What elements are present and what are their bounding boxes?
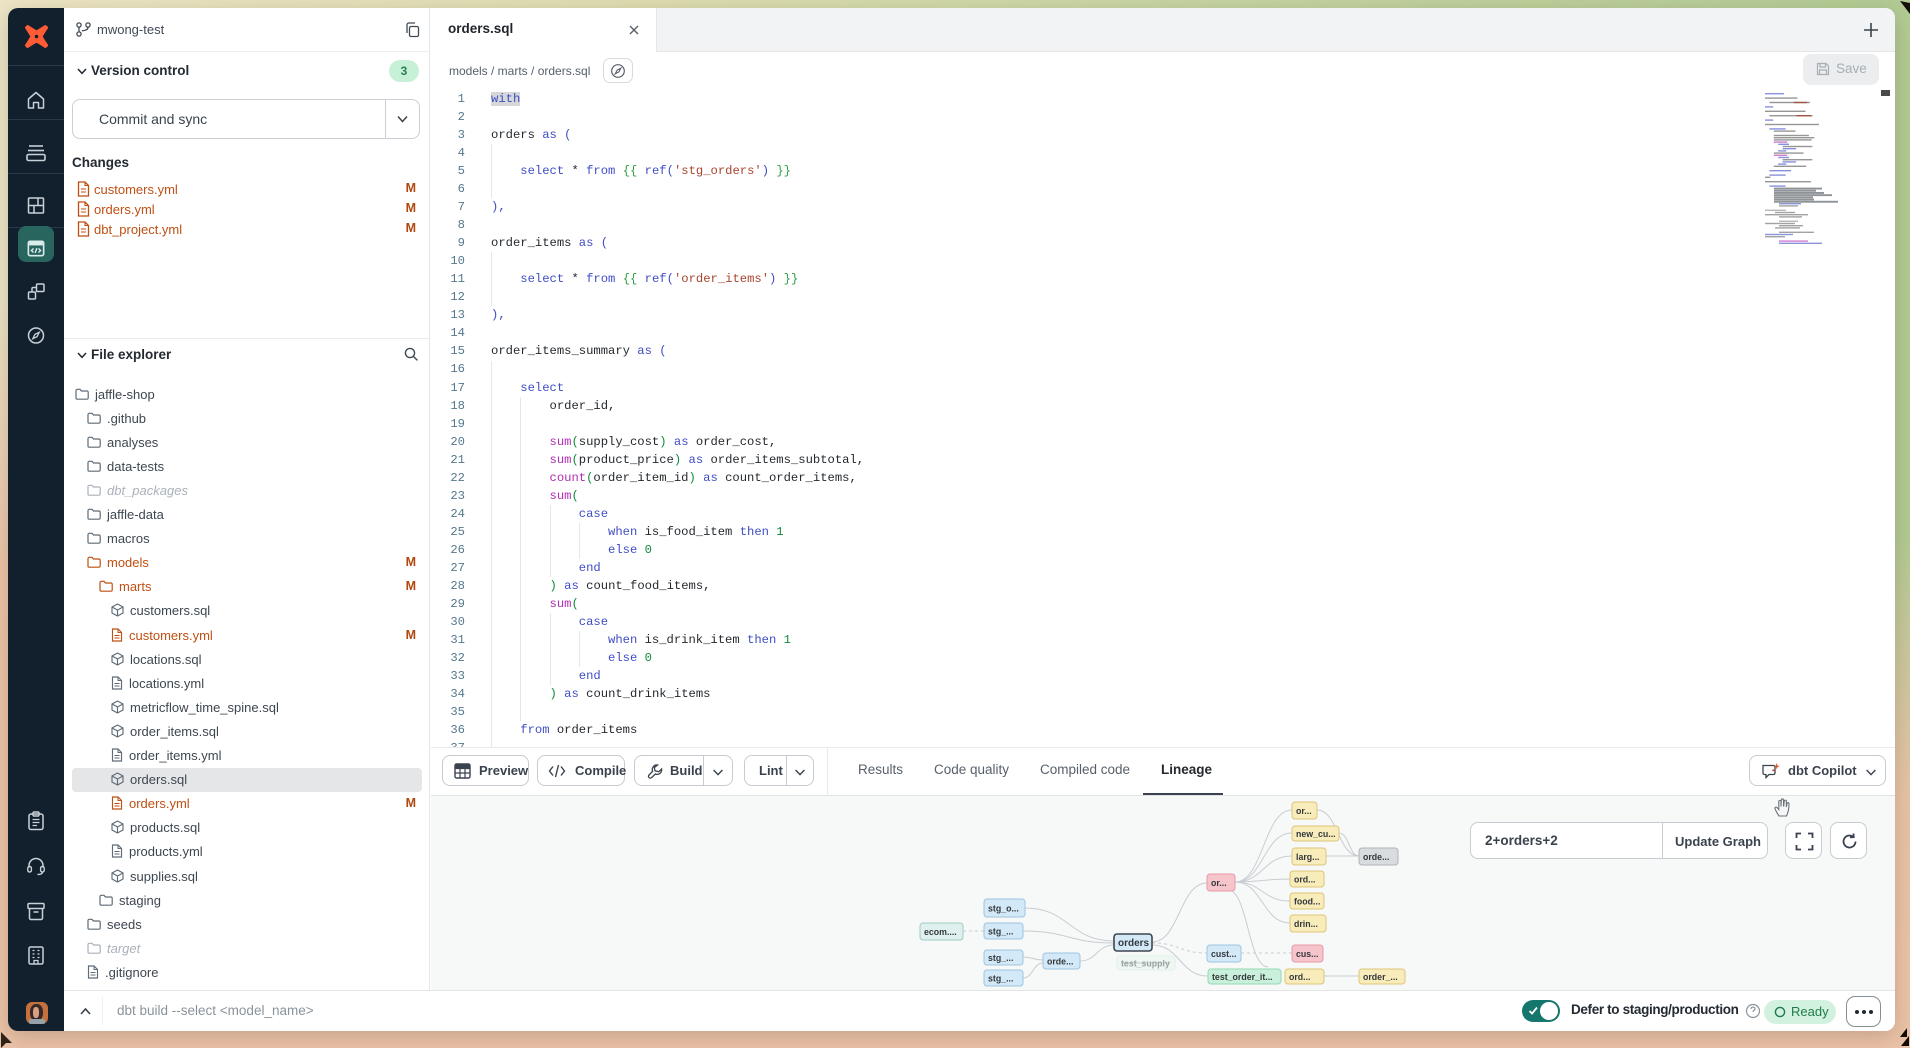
svg-text:stg_...: stg_... [988, 927, 1013, 937]
svg-text:test_order_it...: test_order_it... [1212, 972, 1273, 982]
svg-text:ecom....: ecom.... [924, 927, 957, 937]
svg-text:orders: orders [1118, 938, 1150, 949]
svg-text:orde...: orde... [1363, 852, 1389, 862]
svg-text:food...: food... [1294, 897, 1320, 907]
svg-text:ord...: ord... [1289, 972, 1311, 982]
svg-text:stg_...: stg_... [988, 953, 1013, 963]
svg-text:or...: or... [1211, 878, 1227, 888]
svg-text:orde...: orde... [1047, 957, 1073, 967]
svg-text:drin...: drin... [1294, 919, 1318, 929]
svg-text:cus...: cus... [1296, 949, 1319, 959]
svg-text:cust...: cust... [1211, 949, 1236, 959]
svg-text:larg...: larg... [1296, 852, 1319, 862]
svg-text:stg_...: stg_... [988, 974, 1013, 984]
svg-text:or...: or... [1296, 806, 1312, 816]
svg-text:stg_o...: stg_o... [988, 904, 1019, 914]
svg-text:new_cu...: new_cu... [1296, 829, 1336, 839]
svg-text:ord...: ord... [1294, 875, 1316, 885]
svg-text:order_...: order_... [1363, 972, 1398, 982]
